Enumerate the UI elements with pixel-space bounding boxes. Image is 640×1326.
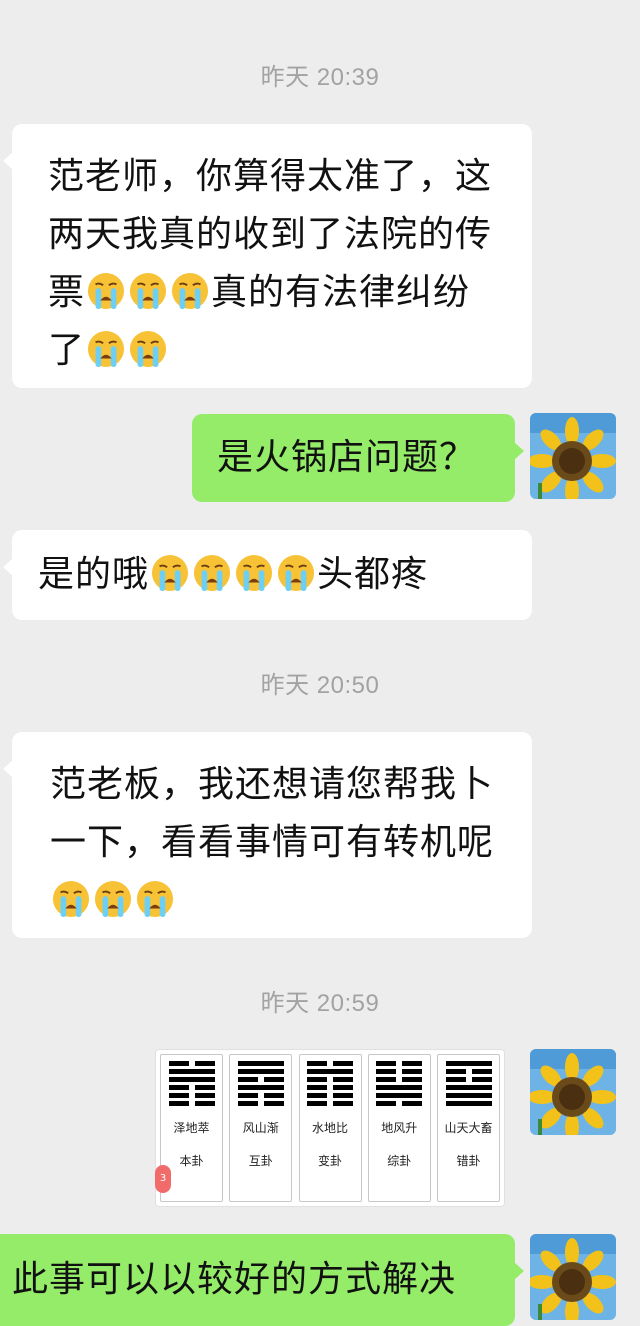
message-text: 真的有法律纠纷 xyxy=(211,272,471,313)
crying-emoji-icon xyxy=(87,330,125,368)
sunflower-avatar-icon xyxy=(530,1049,616,1135)
crying-emoji-icon xyxy=(193,554,231,592)
hexagram-role: 变卦 xyxy=(317,1154,342,1168)
hexagram-role: 互卦 xyxy=(248,1154,273,1168)
message-text: 是的哦 xyxy=(38,554,150,595)
hexagram-name: 风山渐 xyxy=(242,1121,279,1135)
message-line: 了 xyxy=(48,322,532,380)
crying-emoji-icon xyxy=(87,272,125,310)
message-text: 头都疼 xyxy=(317,554,429,595)
crying-emoji-icon xyxy=(52,880,90,918)
hexagram-name: 水地比 xyxy=(311,1121,348,1135)
message-bubble-incoming[interactable]: 范老师，你算得太准了，这 两天我真的收到了法院的传 票 真的有法律纠纷 了 xyxy=(3,124,532,388)
hexagram-card: 水地比 变卦 xyxy=(298,1054,362,1202)
message-line: 范老师，你算得太准了，这 xyxy=(48,156,493,197)
timestamp: 昨天 20:59 xyxy=(260,990,380,1017)
crying-emoji-icon xyxy=(136,880,174,918)
hexagram-image-message[interactable]: 泽地萃 本卦 3 风山渐 互卦 水地比 变卦 地风升 综卦 山天大畜 错卦 xyxy=(155,1049,505,1207)
sunflower-avatar-icon xyxy=(530,1234,616,1320)
crying-emoji-icon xyxy=(129,330,167,368)
message-bubble-incoming[interactable]: 是的哦 头都疼 xyxy=(3,530,532,620)
hexagram-role: 综卦 xyxy=(387,1154,412,1168)
message-line xyxy=(50,872,532,930)
crying-emoji-icon xyxy=(94,880,132,918)
hexagram-card: 泽地萃 本卦 3 xyxy=(155,1054,223,1202)
sunflower-avatar-icon xyxy=(530,413,616,499)
message-text: 是火锅店问题？ xyxy=(217,437,477,478)
hexagram-card: 山天大畜 错卦 xyxy=(437,1054,500,1202)
message-line: 一下，看看事情可有转机呢 xyxy=(50,822,495,863)
message-text: 此事可以以较好的方式解决 xyxy=(12,1259,457,1300)
crying-emoji-icon xyxy=(235,554,273,592)
crying-emoji-icon xyxy=(129,272,167,310)
hexagram-lines xyxy=(445,1061,492,1109)
hexagram-name: 泽地萃 xyxy=(173,1121,210,1135)
hexagram-role: 本卦 xyxy=(179,1154,204,1168)
message-bubble-outgoing[interactable]: 此事可以以较好的方式解决 xyxy=(0,1234,524,1326)
notification-badge: 3 xyxy=(155,1165,171,1193)
hexagram-lines xyxy=(307,1061,353,1109)
crying-emoji-icon xyxy=(151,554,189,592)
hexagram-name: 地风升 xyxy=(381,1121,418,1135)
hexagram-card: 风山渐 互卦 xyxy=(229,1054,293,1202)
crying-emoji-icon xyxy=(171,272,209,310)
user-avatar[interactable] xyxy=(530,1049,616,1135)
hexagram-name: 山天大畜 xyxy=(444,1121,493,1135)
message-text: 票 xyxy=(48,272,86,313)
hexagram-lines xyxy=(168,1061,215,1109)
timestamp: 昨天 20:50 xyxy=(260,672,380,699)
message-line: 两天我真的收到了法院的传 xyxy=(48,214,493,255)
hexagram-role: 错卦 xyxy=(456,1154,481,1168)
hexagram-card: 地风升 综卦 xyxy=(367,1054,431,1202)
timestamp: 昨天 20:39 xyxy=(260,64,380,91)
message-bubble-incoming[interactable]: 范老板，我还想请您帮我卜 一下，看看事情可有转机呢 xyxy=(3,732,532,938)
hexagram-lines xyxy=(237,1061,284,1109)
message-bubble-outgoing[interactable]: 是火锅店问题？ xyxy=(192,414,524,502)
hexagram-lines xyxy=(376,1061,423,1109)
crying-emoji-icon xyxy=(277,554,315,592)
message-line: 范老板，我还想请您帮我卜 xyxy=(50,764,495,805)
user-avatar[interactable] xyxy=(530,413,616,499)
message-line: 票 真的有法律纠纷 xyxy=(48,264,532,322)
user-avatar[interactable] xyxy=(530,1234,616,1320)
message-text: 了 xyxy=(48,330,86,371)
